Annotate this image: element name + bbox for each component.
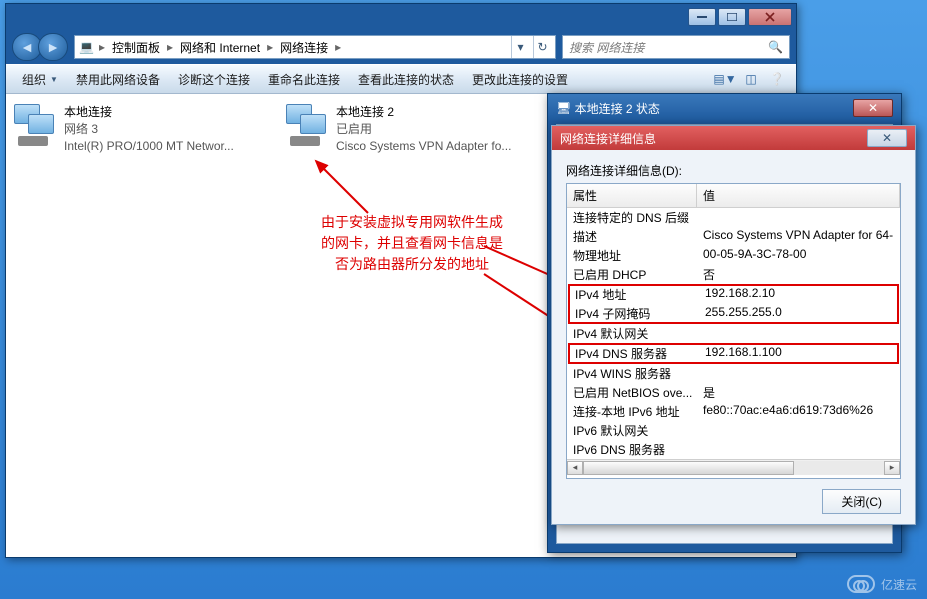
- breadcrumb-2[interactable]: 网络和 Internet: [178, 39, 262, 56]
- watermark: 亿速云: [847, 575, 917, 593]
- status-dialog-close[interactable]: ✕: [853, 99, 893, 117]
- connection-item-2[interactable]: 本地连接 2 已启用 Cisco Systems VPN Adapter fo.…: [286, 104, 534, 154]
- connection-name: 本地连接 2: [336, 104, 511, 121]
- property-header: 属性 值: [567, 184, 900, 208]
- detail-dialog-body: 网络连接详细信息(D): 属性 值 连接特定的 DNS 后缀描述Cisco Sy…: [552, 150, 915, 524]
- property-value: Cisco Systems VPN Adapter for 64-: [697, 227, 900, 246]
- scroll-left[interactable]: ◂: [567, 461, 583, 475]
- address-bar[interactable]: 💻 ▸ 控制面板 ▸ 网络和 Internet ▸ 网络连接 ▸ ▾ ↻: [74, 35, 556, 59]
- property-value: fe80::70ac:e4a6:d619:73d6%26: [697, 402, 900, 421]
- property-row[interactable]: IPv4 子网掩码255.255.255.0: [569, 304, 898, 323]
- connection-device: Intel(R) PRO/1000 MT Networ...: [64, 138, 234, 155]
- property-value: 255.255.255.0: [699, 304, 898, 323]
- search-placeholder: 搜索 网络连接: [569, 39, 644, 56]
- scroll-thumb[interactable]: [583, 461, 794, 475]
- watermark-text: 亿速云: [881, 576, 917, 593]
- property-row[interactable]: 连接-本地 IPv6 地址fe80::70ac:e4a6:d619:73d6%2…: [567, 402, 900, 421]
- property-row[interactable]: IPv6 DNS 服务器: [567, 440, 900, 459]
- watermark-icon: [847, 575, 875, 593]
- close-button[interactable]: [748, 8, 792, 26]
- network-icon: 💻: [79, 40, 94, 54]
- property-name: 描述: [567, 227, 697, 246]
- property-list[interactable]: 属性 值 连接特定的 DNS 后缀描述Cisco Systems VPN Ada…: [566, 183, 901, 479]
- diagnose-button[interactable]: 诊断这个连接: [170, 68, 258, 91]
- title-bar: [6, 4, 796, 30]
- property-value: 192.168.1.100: [699, 344, 898, 363]
- property-name: IPv4 WINS 服务器: [567, 364, 697, 383]
- maximize-button[interactable]: [718, 8, 746, 26]
- property-name: IPv4 子网掩码: [569, 304, 699, 323]
- property-row[interactable]: 已启用 DHCP否: [567, 265, 900, 284]
- scroll-right[interactable]: ▸: [884, 461, 900, 475]
- adapter-icon: [14, 104, 54, 144]
- property-name: 已启用 DHCP: [567, 265, 697, 284]
- search-icon: 🔍: [768, 40, 783, 54]
- property-value: [697, 421, 900, 440]
- connection-name: 本地连接: [64, 104, 234, 121]
- rename-button[interactable]: 重命名此连接: [260, 68, 348, 91]
- property-name: IPv4 地址: [569, 285, 699, 304]
- toolbar: 组织▼ 禁用此网络设备 诊断这个连接 重命名此连接 查看此连接的状态 更改此连接…: [6, 64, 796, 94]
- property-name: IPv4 默认网关: [567, 324, 697, 343]
- organize-menu[interactable]: 组织▼: [14, 68, 66, 91]
- nav-group: ◄ ►: [12, 33, 68, 61]
- view-icon[interactable]: ▤▼: [714, 68, 736, 90]
- detail-dialog-title-bar[interactable]: 网络连接详细信息 ✕: [552, 126, 915, 150]
- property-value: [697, 208, 900, 227]
- detail-dialog-title: 网络连接详细信息: [560, 130, 656, 147]
- refresh-button[interactable]: ↻: [533, 36, 551, 58]
- forward-button[interactable]: ►: [38, 33, 68, 61]
- property-value: [697, 364, 900, 383]
- minimize-button[interactable]: [688, 8, 716, 26]
- connection-item-1[interactable]: 本地连接 网络 3 Intel(R) PRO/1000 MT Networ...: [14, 104, 262, 154]
- property-row[interactable]: 物理地址00-05-9A-3C-78-00: [567, 246, 900, 265]
- property-row[interactable]: 描述Cisco Systems VPN Adapter for 64-: [567, 227, 900, 246]
- address-row: ◄ ► 💻 ▸ 控制面板 ▸ 网络和 Internet ▸ 网络连接 ▸ ▾ ↻…: [6, 30, 796, 64]
- property-row[interactable]: 已启用 NetBIOS ove...是: [567, 383, 900, 402]
- property-value: 否: [697, 265, 900, 284]
- property-name: 连接特定的 DNS 后缀: [567, 208, 697, 227]
- status-dialog-title: 本地连接 2 状态: [575, 100, 660, 117]
- property-value: 00-05-9A-3C-78-00: [697, 246, 900, 265]
- breadcrumb-3[interactable]: 网络连接: [278, 39, 330, 56]
- search-box[interactable]: 搜索 网络连接 🔍: [562, 35, 790, 59]
- column-property[interactable]: 属性: [567, 184, 697, 207]
- property-row[interactable]: 连接特定的 DNS 后缀: [567, 208, 900, 227]
- property-name: IPv6 DNS 服务器: [567, 440, 697, 459]
- preview-pane-icon[interactable]: ◫: [740, 68, 762, 90]
- property-value: 192.168.2.10: [699, 285, 898, 304]
- property-value: [697, 440, 900, 459]
- adapter-icon: [286, 104, 326, 144]
- property-row[interactable]: IPv6 默认网关: [567, 421, 900, 440]
- breadcrumb-1[interactable]: 控制面板: [110, 39, 162, 56]
- address-dropdown[interactable]: ▾: [511, 36, 529, 58]
- property-name: IPv4 DNS 服务器: [569, 344, 699, 363]
- property-name: 已启用 NetBIOS ove...: [567, 383, 697, 402]
- disable-device-button[interactable]: 禁用此网络设备: [68, 68, 168, 91]
- connection-device: Cisco Systems VPN Adapter fo...: [336, 138, 511, 155]
- property-name: IPv6 默认网关: [567, 421, 697, 440]
- property-row[interactable]: IPv4 WINS 服务器: [567, 364, 900, 383]
- monitor-icon: 🖥: [556, 101, 571, 115]
- column-value[interactable]: 值: [697, 184, 900, 207]
- property-value: [697, 324, 900, 343]
- help-icon[interactable]: ❔: [766, 68, 788, 90]
- detail-dialog: 网络连接详细信息 ✕ 网络连接详细信息(D): 属性 值 连接特定的 DNS 后…: [551, 125, 916, 525]
- status-dialog-title-bar[interactable]: 🖥 本地连接 2 状态 ✕: [548, 94, 901, 122]
- change-settings-button[interactable]: 更改此连接的设置: [464, 68, 576, 91]
- details-field-label: 网络连接详细信息(D):: [566, 162, 901, 179]
- property-row[interactable]: IPv4 DNS 服务器192.168.1.100: [569, 344, 898, 363]
- property-name: 物理地址: [567, 246, 697, 265]
- view-status-button[interactable]: 查看此连接的状态: [350, 68, 462, 91]
- detail-dialog-close[interactable]: ✕: [867, 129, 907, 147]
- close-button-detail[interactable]: 关闭(C): [822, 489, 901, 514]
- property-row[interactable]: IPv4 地址192.168.2.10: [569, 285, 898, 304]
- breadcrumb-separator: ▸: [98, 40, 106, 54]
- property-row[interactable]: IPv4 默认网关: [567, 324, 900, 343]
- horizontal-scrollbar[interactable]: ◂ ▸: [567, 459, 900, 475]
- property-name: 连接-本地 IPv6 地址: [567, 402, 697, 421]
- property-value: 是: [697, 383, 900, 402]
- connection-status: 已启用: [336, 121, 511, 138]
- connection-status: 网络 3: [64, 121, 234, 138]
